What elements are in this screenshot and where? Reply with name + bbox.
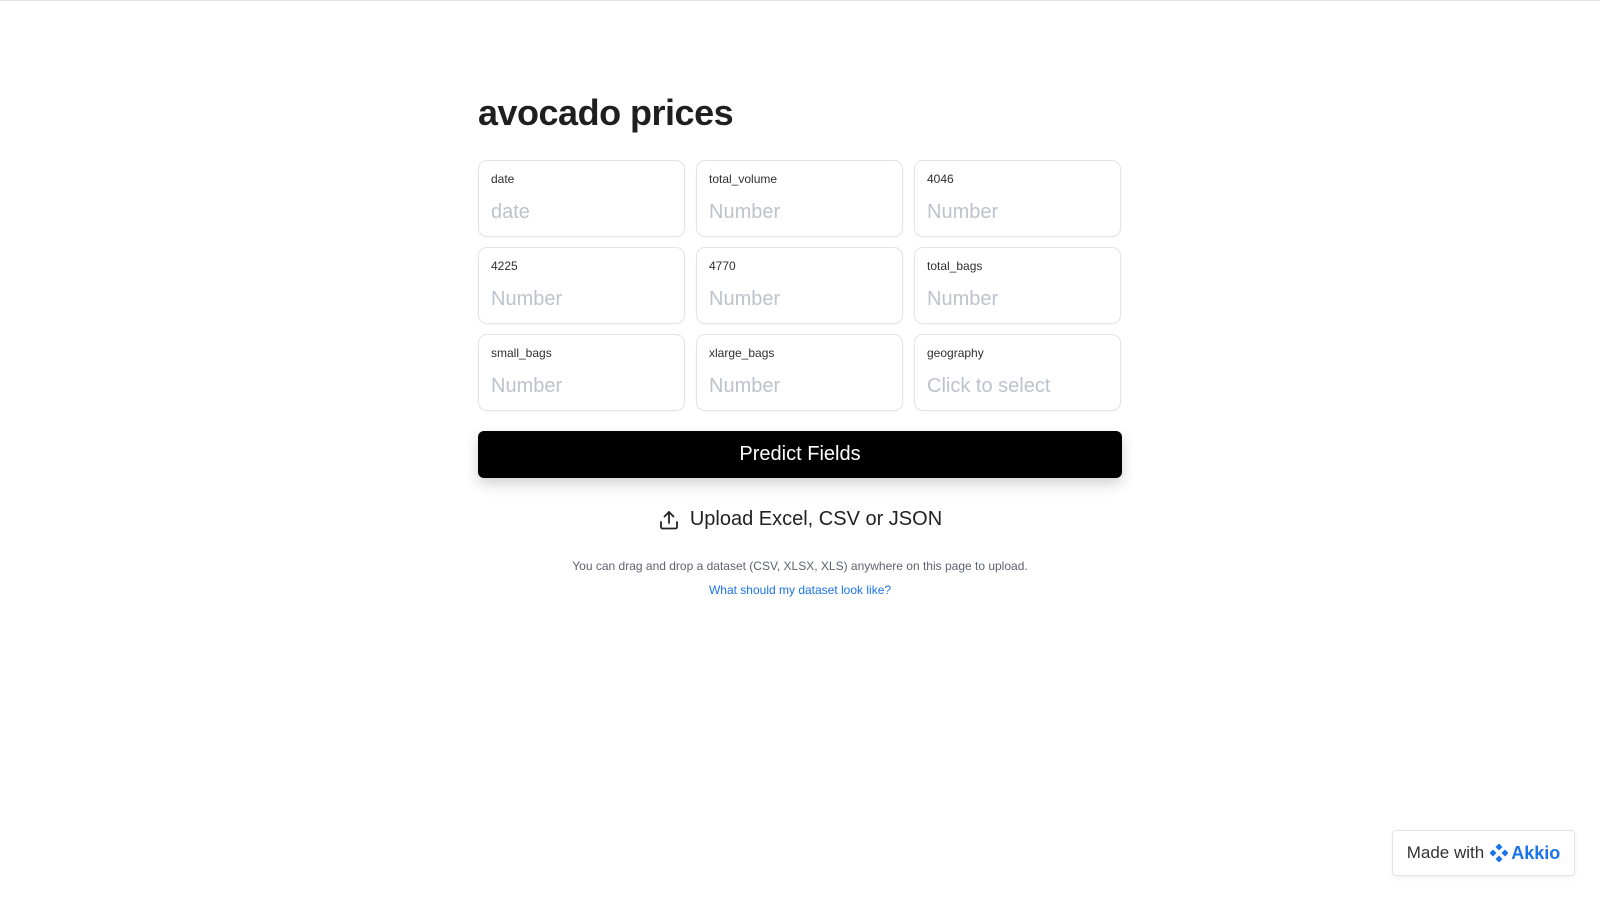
- field-label: 4225: [491, 259, 518, 273]
- field-small-bags[interactable]: small_bags: [478, 334, 685, 411]
- field-geography[interactable]: geography Click to select: [914, 334, 1121, 411]
- made-with-akkio-badge[interactable]: Made with Akkio: [1392, 830, 1575, 876]
- field-4046[interactable]: 4046: [914, 160, 1121, 237]
- xlarge-bags-input[interactable]: [709, 373, 890, 399]
- brand-name: Akkio: [1511, 842, 1561, 863]
- field-label: total_volume: [709, 172, 778, 186]
- geography-select[interactable]: Click to select: [927, 373, 1108, 399]
- 4770-input[interactable]: [709, 286, 890, 312]
- upload-dataset-button[interactable]: Upload Excel, CSV or JSON: [478, 508, 1122, 531]
- total-bags-input[interactable]: [927, 286, 1108, 312]
- field-grid: date total_volume 4046 4225 4770 total_b…: [478, 160, 1122, 411]
- drag-drop-hint: You can drag and drop a dataset (CSV, XL…: [572, 559, 1028, 573]
- prediction-form: avocado prices date total_volume 4046 42…: [478, 86, 1122, 597]
- date-input[interactable]: [491, 199, 672, 225]
- badge-prefix: Made with: [1406, 843, 1485, 862]
- field-label: 4046: [927, 172, 954, 186]
- field-total-bags[interactable]: total_bags: [914, 247, 1121, 324]
- field-date[interactable]: date: [478, 160, 685, 237]
- field-total-volume[interactable]: total_volume: [696, 160, 903, 237]
- small-bags-input[interactable]: [491, 373, 672, 399]
- upload-icon: [658, 509, 680, 531]
- predict-fields-button[interactable]: Predict Fields: [478, 431, 1122, 478]
- page-title: avocado prices: [478, 92, 734, 133]
- total-volume-input[interactable]: [709, 199, 890, 225]
- field-label: geography: [927, 346, 984, 360]
- field-4770[interactable]: 4770: [696, 247, 903, 324]
- field-label: xlarge_bags: [709, 346, 775, 360]
- field-label: date: [491, 172, 515, 186]
- brand: Akkio: [1489, 842, 1561, 864]
- 4225-input[interactable]: [491, 286, 672, 312]
- 4046-input[interactable]: [927, 199, 1108, 225]
- field-4225[interactable]: 4225: [478, 247, 685, 324]
- top-divider: [0, 0, 1600, 1]
- field-xlarge-bags[interactable]: xlarge_bags: [696, 334, 903, 411]
- field-label: 4770: [709, 259, 736, 273]
- upload-label: Upload Excel, CSV or JSON: [689, 508, 943, 530]
- akkio-logo-icon: [1489, 843, 1509, 863]
- field-label: total_bags: [927, 259, 983, 273]
- field-label: small_bags: [491, 346, 552, 360]
- dataset-help-link[interactable]: What should my dataset look like?: [478, 583, 1122, 597]
